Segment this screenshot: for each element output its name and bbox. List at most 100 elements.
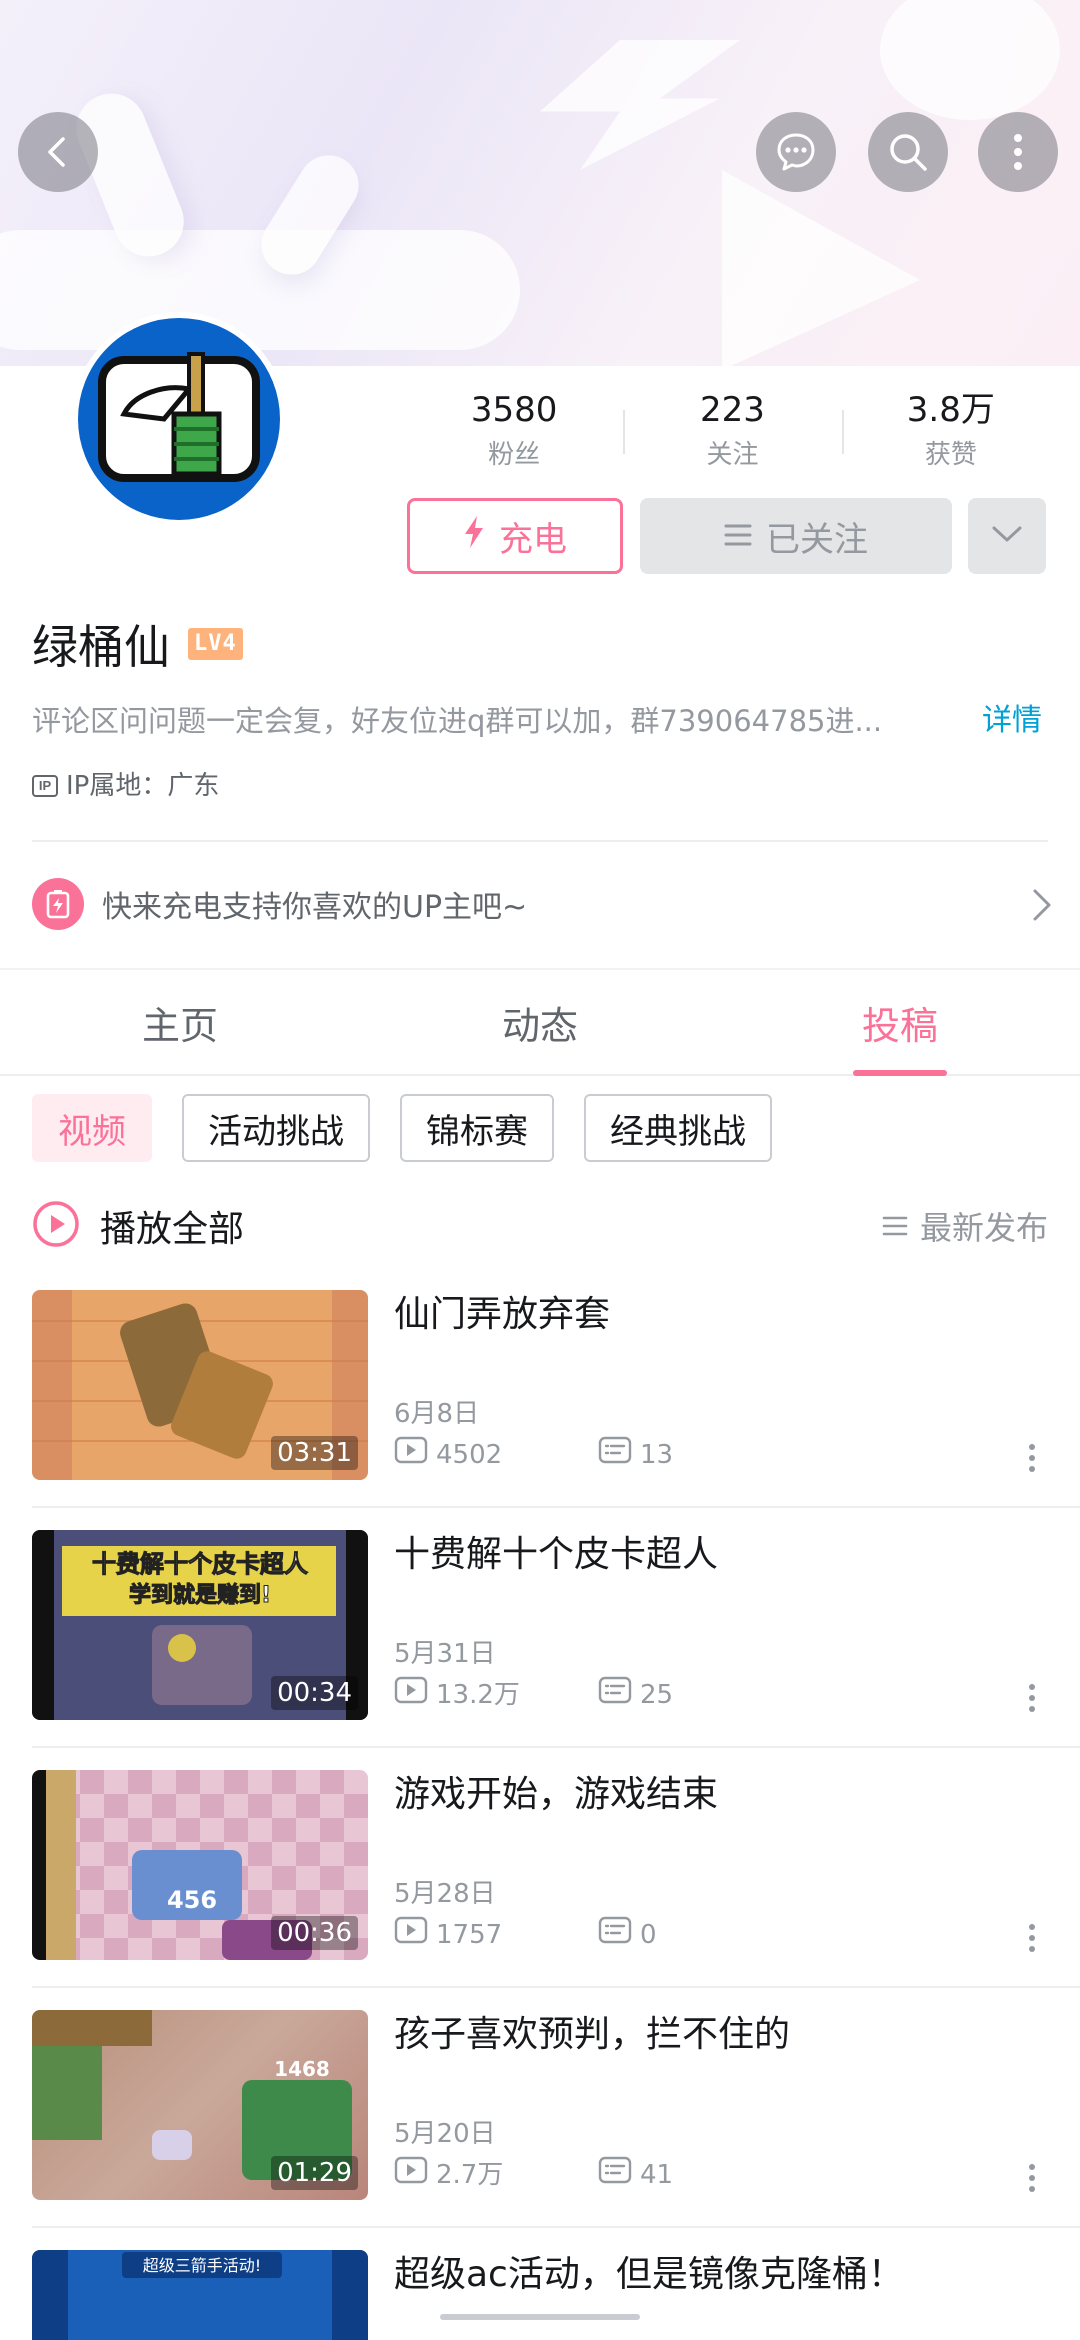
video-date: 5月20日	[394, 2119, 496, 2149]
level-badge: LV4	[188, 628, 243, 660]
play-all-button[interactable]: 播放全部	[100, 1200, 244, 1252]
tab-home[interactable]: 主页	[0, 970, 360, 1074]
danmaku-count-icon	[598, 2156, 632, 2194]
comment-count-value: 0	[640, 1920, 657, 1950]
battery-charge-icon	[32, 878, 84, 930]
video-thumbnail[interactable]: 十费解十个皮卡超人 学到就是赚到! 00:34	[32, 1530, 368, 1720]
banner-decoration	[722, 170, 920, 366]
stat-fans[interactable]: 3580 粉丝	[405, 388, 623, 478]
video-duration: 01:29	[271, 2156, 358, 2190]
chip-video[interactable]: 视频	[32, 1094, 152, 1162]
vertical-ellipsis-icon	[1028, 1443, 1036, 1477]
view-count-value: 13.2万	[436, 1680, 520, 1710]
video-meta: 13.2万 25	[394, 1676, 802, 1714]
divider	[32, 1506, 1080, 1508]
divider	[32, 1986, 1080, 1988]
comment-count-value: 25	[640, 1680, 674, 1710]
play-count-icon	[394, 1916, 428, 1954]
comment-count: 0	[598, 1916, 802, 1954]
stat-following[interactable]: 223 关注	[623, 388, 841, 478]
stat-label: 粉丝	[488, 440, 541, 470]
video-title[interactable]: 十费解十个皮卡超人	[394, 1530, 1054, 1580]
video-date: 5月28日	[394, 1879, 496, 1909]
video-title[interactable]: 超级ac活动，但是镜像克隆桶！	[394, 2250, 1054, 2300]
stat-value: 223	[700, 390, 765, 430]
sort-label: 最新发布	[919, 1209, 1048, 1247]
video-date: 5月31日	[394, 1639, 496, 1669]
sort-lines-icon	[882, 1207, 908, 1245]
search-button[interactable]	[868, 112, 948, 192]
video-thumbnail[interactable]: 456 00:36	[32, 1770, 368, 1960]
home-indicator[interactable]	[440, 2314, 640, 2320]
more-button[interactable]	[978, 112, 1058, 192]
profile-tabs: 主页 动态 投稿	[0, 970, 1080, 1076]
video-more-button[interactable]	[1012, 1440, 1052, 1480]
charge-button[interactable]: 充电	[407, 498, 623, 574]
back-button[interactable]	[18, 112, 98, 192]
ip-location-text: IP属地：广东	[66, 771, 220, 801]
lightning-icon	[463, 515, 485, 558]
tab-dynamics[interactable]: 动态	[360, 970, 720, 1074]
view-count: 13.2万	[394, 1676, 598, 1714]
followed-button-label: 已关注	[766, 519, 868, 560]
stat-value: 3580	[470, 390, 558, 430]
divider	[32, 2226, 1080, 2228]
divider	[32, 840, 1048, 842]
menu-lines-icon	[724, 516, 752, 556]
video-thumbnail[interactable]: 03:31	[32, 1290, 368, 1480]
video-item[interactable]: 超级三箭手活动! 超级ac活动，但是镜像克隆桶！	[32, 2250, 1080, 2340]
video-meta: 1757 0	[394, 1916, 802, 1954]
video-more-button[interactable]	[1012, 1680, 1052, 1720]
avatar[interactable]	[72, 312, 286, 526]
video-title[interactable]: 游戏开始，游戏结束	[394, 1770, 1054, 1820]
thumbnail-banner-text: 超级三箭手活动!	[143, 2256, 261, 2275]
bio-text: 评论区问问题一定会复，好友位进q群可以加，群739064785进...	[32, 704, 883, 738]
message-button[interactable]	[756, 112, 836, 192]
banner-decoration	[0, 230, 520, 350]
video-item[interactable]: 456 00:36 游戏开始，游戏结束 5月28日 1757 0	[32, 1770, 1080, 2010]
chip-classic-challenge[interactable]: 经典挑战	[584, 1094, 772, 1162]
vertical-ellipsis-icon	[1028, 1923, 1036, 1957]
play-count-icon	[394, 2156, 428, 2194]
video-meta: 2.7万 41	[394, 2156, 802, 2194]
video-thumbnail[interactable]: 1468 01:29	[32, 2010, 368, 2200]
stat-likes[interactable]: 3.8万 获赞	[841, 388, 1060, 478]
video-title[interactable]: 仙门弄放弃套	[394, 1290, 1054, 1340]
view-count: 2.7万	[394, 2156, 598, 2194]
chat-bubble-icon	[774, 130, 818, 174]
follow-dropdown-button[interactable]	[968, 498, 1046, 574]
sort-button[interactable]: 最新发布	[882, 1196, 1048, 1256]
video-meta: 4502 13	[394, 1436, 802, 1474]
view-count-value: 4502	[436, 1440, 503, 1470]
tab-uploads[interactable]: 投稿	[720, 970, 1080, 1074]
charge-support-banner[interactable]: 快来充电支持你喜欢的UP主吧~	[32, 872, 1052, 936]
divider	[32, 1746, 1080, 1748]
video-title[interactable]: 孩子喜欢预判，拦不住的	[394, 2010, 1054, 2060]
video-item[interactable]: 十费解十个皮卡超人 学到就是赚到! 00:34 十费解十个皮卡超人 5月31日 …	[32, 1530, 1080, 1770]
followed-button[interactable]: 已关注	[640, 498, 952, 574]
thumbnail-score: 456	[167, 1886, 217, 1914]
comment-count-value: 41	[640, 2160, 674, 2190]
chip-tournament[interactable]: 锦标赛	[400, 1094, 554, 1162]
video-date: 6月8日	[394, 1399, 480, 1429]
video-duration: 00:34	[271, 1676, 358, 1710]
play-circle-icon[interactable]	[32, 1200, 80, 1252]
chip-activity-challenge[interactable]: 活动挑战	[182, 1094, 370, 1162]
category-chips: 视频 活动挑战 锦标赛 经典挑战	[32, 1094, 772, 1162]
search-icon	[886, 130, 930, 174]
view-count: 4502	[394, 1436, 598, 1474]
video-item[interactable]: 1468 01:29 孩子喜欢预判，拦不住的 5月20日 2.7万 41	[32, 2010, 1080, 2250]
avatar-emote-icon	[98, 352, 260, 482]
video-item[interactable]: 03:31 仙门弄放弃套 6月8日 4502 13	[32, 1290, 1080, 1530]
vertical-ellipsis-icon	[1028, 2163, 1036, 2197]
thumbnail-image: 超级三箭手活动!	[32, 2250, 368, 2340]
ip-location: IP IP属地：广东	[32, 768, 219, 804]
username-row: 绿桶仙 LV4	[32, 612, 243, 676]
play-all-row: 播放全部 最新发布	[32, 1196, 1048, 1256]
profile-stats: 3580 粉丝 223 关注 3.8万 获赞	[405, 388, 1060, 478]
video-more-button[interactable]	[1012, 1920, 1052, 1960]
danmaku-count-icon	[598, 1676, 632, 1714]
video-thumbnail[interactable]: 超级三箭手活动!	[32, 2250, 368, 2340]
video-more-button[interactable]	[1012, 2160, 1052, 2200]
bio-detail-link[interactable]: 详情	[982, 700, 1042, 742]
